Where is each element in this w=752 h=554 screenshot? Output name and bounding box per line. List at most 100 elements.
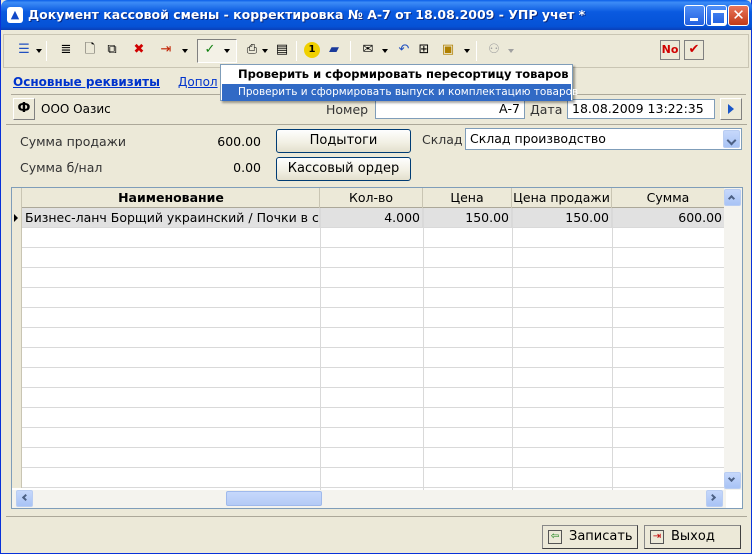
chevron-down-icon[interactable]: [36, 49, 42, 53]
row-marker: [12, 268, 22, 288]
book-icon[interactable]: ▰: [326, 42, 342, 58]
number-icon[interactable]: No: [660, 40, 680, 60]
column-line: [423, 208, 424, 490]
empty-row: [12, 368, 724, 388]
network-icon: ⚇: [488, 42, 500, 57]
subtotals-button[interactable]: Подытоги: [276, 129, 411, 153]
toolbar-separator: [350, 41, 351, 61]
row-marker: [12, 228, 22, 248]
column-header-sale-price[interactable]: Цена продажи: [512, 188, 612, 208]
actions-menu-icon[interactable]: ☰: [16, 42, 32, 58]
maximize-button[interactable]: [706, 5, 727, 26]
chevron-down-icon[interactable]: [182, 49, 188, 53]
fill-dropdown-menu: Проверить и сформировать пересортицу тов…: [220, 64, 578, 101]
new-document-icon[interactable]: 🗋: [82, 42, 98, 58]
exit-button[interactable]: ⇥ Выход: [644, 525, 741, 549]
table-row[interactable]: Бизнес-ланч Борщий украинский / Почки в …: [12, 208, 724, 228]
row-marker: [12, 368, 22, 388]
close-button[interactable]: ✕: [728, 5, 749, 26]
scroll-up-button[interactable]: [724, 189, 741, 206]
chevron-down-icon[interactable]: [262, 49, 268, 53]
structure-icon[interactable]: ⊞: [416, 42, 432, 58]
toolbar-separator: [46, 41, 47, 61]
chevron-down-icon[interactable]: [224, 49, 230, 53]
scroll-down-button[interactable]: [724, 472, 741, 489]
row-marker: [12, 428, 22, 448]
app-icon: ▲: [7, 7, 23, 23]
scroll-left-button[interactable]: [16, 490, 33, 507]
cash-order-button[interactable]: Кассовый ордер: [276, 157, 411, 181]
scroll-right-button[interactable]: [706, 490, 723, 507]
date-field[interactable]: 18.08.2009 13:22:35: [567, 99, 715, 119]
chevron-up-icon: [727, 194, 736, 203]
undo-icon[interactable]: ↶: [396, 42, 412, 58]
toolbar-separator: [296, 41, 297, 61]
chevron-right-icon: [708, 493, 717, 502]
row-marker: [12, 208, 22, 228]
column-header-price[interactable]: Цена: [423, 188, 512, 208]
exit-button-label: Выход: [671, 529, 715, 544]
cell-sum[interactable]: 600.00: [612, 208, 724, 228]
cashless-sum-value: 0.00: [233, 160, 261, 175]
menu-item-check-production[interactable]: Проверить и сформировать выпуск и компле…: [222, 84, 578, 101]
cashless-sum-label: Сумма б/нал: [20, 160, 103, 175]
delete-icon[interactable]: ✖: [131, 42, 147, 58]
document-window: ▲ Документ кассовой смены - корректировк…: [0, 0, 752, 554]
row-marker: [12, 468, 22, 488]
organization-button[interactable]: Ф: [13, 98, 35, 120]
properties-icon[interactable]: ▤: [274, 42, 290, 58]
envelope-icon[interactable]: ✉: [360, 42, 376, 58]
print-icon[interactable]: ⎙: [244, 42, 260, 58]
empty-row: [12, 408, 724, 428]
column-header-sum[interactable]: Сумма: [612, 188, 724, 208]
header-corner: [12, 188, 22, 208]
column-line: [612, 208, 613, 490]
save-button[interactable]: ⇦ Записать: [542, 525, 638, 549]
toolbar-separator: [236, 41, 237, 61]
minimize-button[interactable]: [684, 5, 705, 26]
tab-main-requisites[interactable]: Основные реквизиты: [13, 75, 160, 89]
column-header-name[interactable]: Наименование: [23, 188, 320, 208]
fill-check-icon[interactable]: ✓: [202, 42, 218, 58]
chevron-down-icon: [508, 49, 514, 53]
row-marker: [12, 388, 22, 408]
next-arrow-button[interactable]: [720, 98, 742, 120]
number-field[interactable]: А-7: [375, 99, 525, 119]
chevron-left-icon: [21, 493, 30, 502]
cell-name[interactable]: Бизнес-ланч Борщий украинский / Почки в …: [23, 208, 320, 228]
warehouse-value: Склад производство: [470, 131, 606, 146]
vertical-scrollbar[interactable]: [724, 188, 742, 490]
cell-quantity[interactable]: 4.000: [320, 208, 423, 228]
warehouse-select[interactable]: Склад производство: [465, 128, 742, 150]
horizontal-scrollbar[interactable]: [12, 490, 726, 508]
empty-row: [12, 388, 724, 408]
column-line: [512, 208, 513, 490]
empty-row: [12, 308, 724, 328]
cell-price[interactable]: 150.00: [423, 208, 512, 228]
menu-item-check-regrading[interactable]: Проверить и сформировать пересортицу тов…: [222, 66, 571, 83]
empty-row: [12, 288, 724, 308]
list-icon[interactable]: ≣: [58, 42, 74, 58]
number-label: Номер: [326, 102, 369, 117]
row-marker: [12, 328, 22, 348]
checkmark-icon[interactable]: ✔: [684, 40, 704, 60]
save-icon: ⇦: [548, 530, 562, 544]
chevron-down-icon[interactable]: [382, 49, 388, 53]
one-c-icon[interactable]: 1: [304, 42, 320, 58]
chevron-down-icon[interactable]: [723, 130, 740, 148]
briefcase-icon[interactable]: ▣: [440, 42, 456, 58]
copy-icon[interactable]: ⧉: [104, 42, 120, 58]
table-header: Наименование Кол-во Цена Цена продажи Су…: [12, 188, 724, 208]
organization-name: ООО Оазис: [41, 102, 111, 116]
column-header-quantity[interactable]: Кол-во: [320, 188, 423, 208]
current-row-icon: [14, 214, 18, 222]
post-document-icon[interactable]: ⇥: [158, 42, 174, 58]
empty-row: [12, 348, 724, 368]
chevron-down-icon[interactable]: [464, 49, 470, 53]
toolbar: ☰ ≣ 🗋 ⧉ ✖ ⇥ ✓ ⎙ ▤ 1 ▰ ✉ ↶ ⊞ ▣ ⚇ No ✔: [3, 34, 749, 68]
row-marker: [12, 248, 22, 268]
cell-sale-price[interactable]: 150.00: [512, 208, 612, 228]
tab-additional[interactable]: Допол: [178, 75, 218, 89]
empty-row: [12, 428, 724, 448]
horizontal-scroll-thumb[interactable]: [226, 491, 322, 506]
